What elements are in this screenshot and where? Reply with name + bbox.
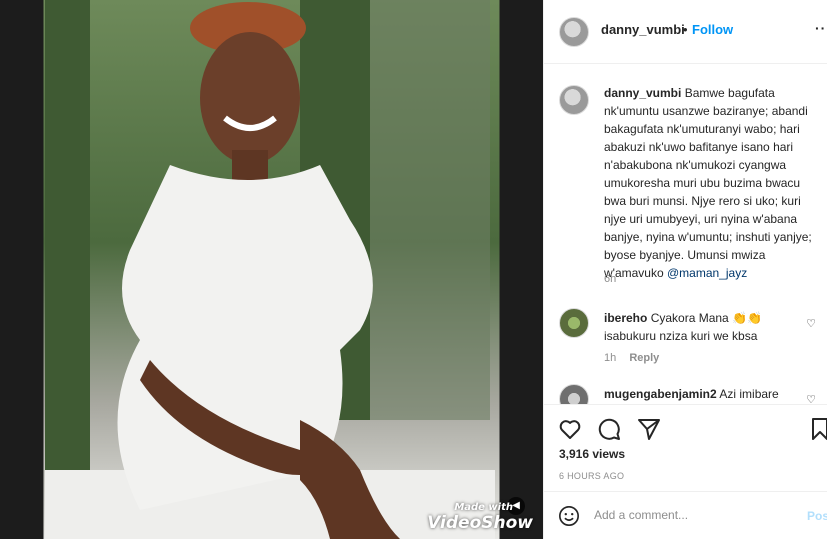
caption-timestamp[interactable]: 6h bbox=[604, 273, 616, 285]
comments-list[interactable]: danny_vumbi Bamwe bagufata nk'umuntu usa… bbox=[544, 64, 827, 404]
post-comment-button[interactable]: Post bbox=[807, 509, 827, 523]
share-icon[interactable] bbox=[637, 417, 661, 441]
commenter-avatar[interactable] bbox=[559, 308, 589, 338]
comment-like-icon[interactable]: ♡ bbox=[806, 393, 816, 404]
comment-input[interactable] bbox=[594, 508, 794, 522]
comment-body: Azi imibare bbox=[719, 387, 779, 401]
comment-icon[interactable] bbox=[597, 417, 621, 441]
heart-icon[interactable] bbox=[558, 417, 582, 441]
author-username[interactable]: danny_vumbi bbox=[601, 22, 685, 37]
emoji-icon[interactable] bbox=[558, 505, 580, 527]
comment-like-icon[interactable]: ♡ bbox=[806, 317, 816, 330]
comment-timestamp[interactable]: 1h bbox=[604, 352, 616, 364]
post-timestamp[interactable]: 6 HOURS AGO bbox=[559, 471, 624, 481]
more-options-icon[interactable]: ··· bbox=[815, 20, 827, 36]
watermark: Made with VideoShow bbox=[427, 502, 533, 533]
bookmark-icon[interactable] bbox=[810, 417, 827, 441]
post-actions: 3,916 views 6 HOURS AGO bbox=[544, 404, 827, 491]
commenter-avatar[interactable] bbox=[559, 384, 589, 404]
add-comment-bar: Post bbox=[544, 491, 827, 540]
follow-button[interactable]: Follow bbox=[692, 22, 733, 37]
author-avatar[interactable] bbox=[559, 17, 589, 47]
comment-text: ibereho Cyakora Mana 👏👏 isabukuru nziza … bbox=[604, 309, 804, 345]
comment-meta: 1h Reply bbox=[604, 352, 669, 364]
caption-username[interactable]: danny_vumbi bbox=[604, 86, 681, 100]
separator-dot: • bbox=[683, 22, 688, 37]
comment-text: mugengabenjamin2 Azi imibare bbox=[604, 385, 804, 403]
post-media[interactable]: ◀ Made with VideoShow bbox=[0, 0, 543, 539]
caption-mention[interactable]: @maman_jayz bbox=[667, 266, 747, 280]
reply-button[interactable]: Reply bbox=[629, 352, 659, 364]
commenter-username[interactable]: mugengabenjamin2 bbox=[604, 387, 717, 401]
views-count[interactable]: 3,916 views bbox=[559, 447, 625, 461]
post-sidebar: danny_vumbi • Follow ··· danny_vumbi Bam… bbox=[543, 0, 827, 539]
commenter-username[interactable]: ibereho bbox=[604, 311, 647, 325]
video-illustration bbox=[45, 0, 495, 539]
caption-avatar[interactable] bbox=[559, 85, 589, 115]
caption-body: Bamwe bagufata nk'umuntu usanzwe baziran… bbox=[604, 86, 812, 280]
caption-text: danny_vumbi Bamwe bagufata nk'umuntu usa… bbox=[604, 84, 819, 282]
post-header: danny_vumbi • Follow ··· bbox=[544, 0, 827, 64]
